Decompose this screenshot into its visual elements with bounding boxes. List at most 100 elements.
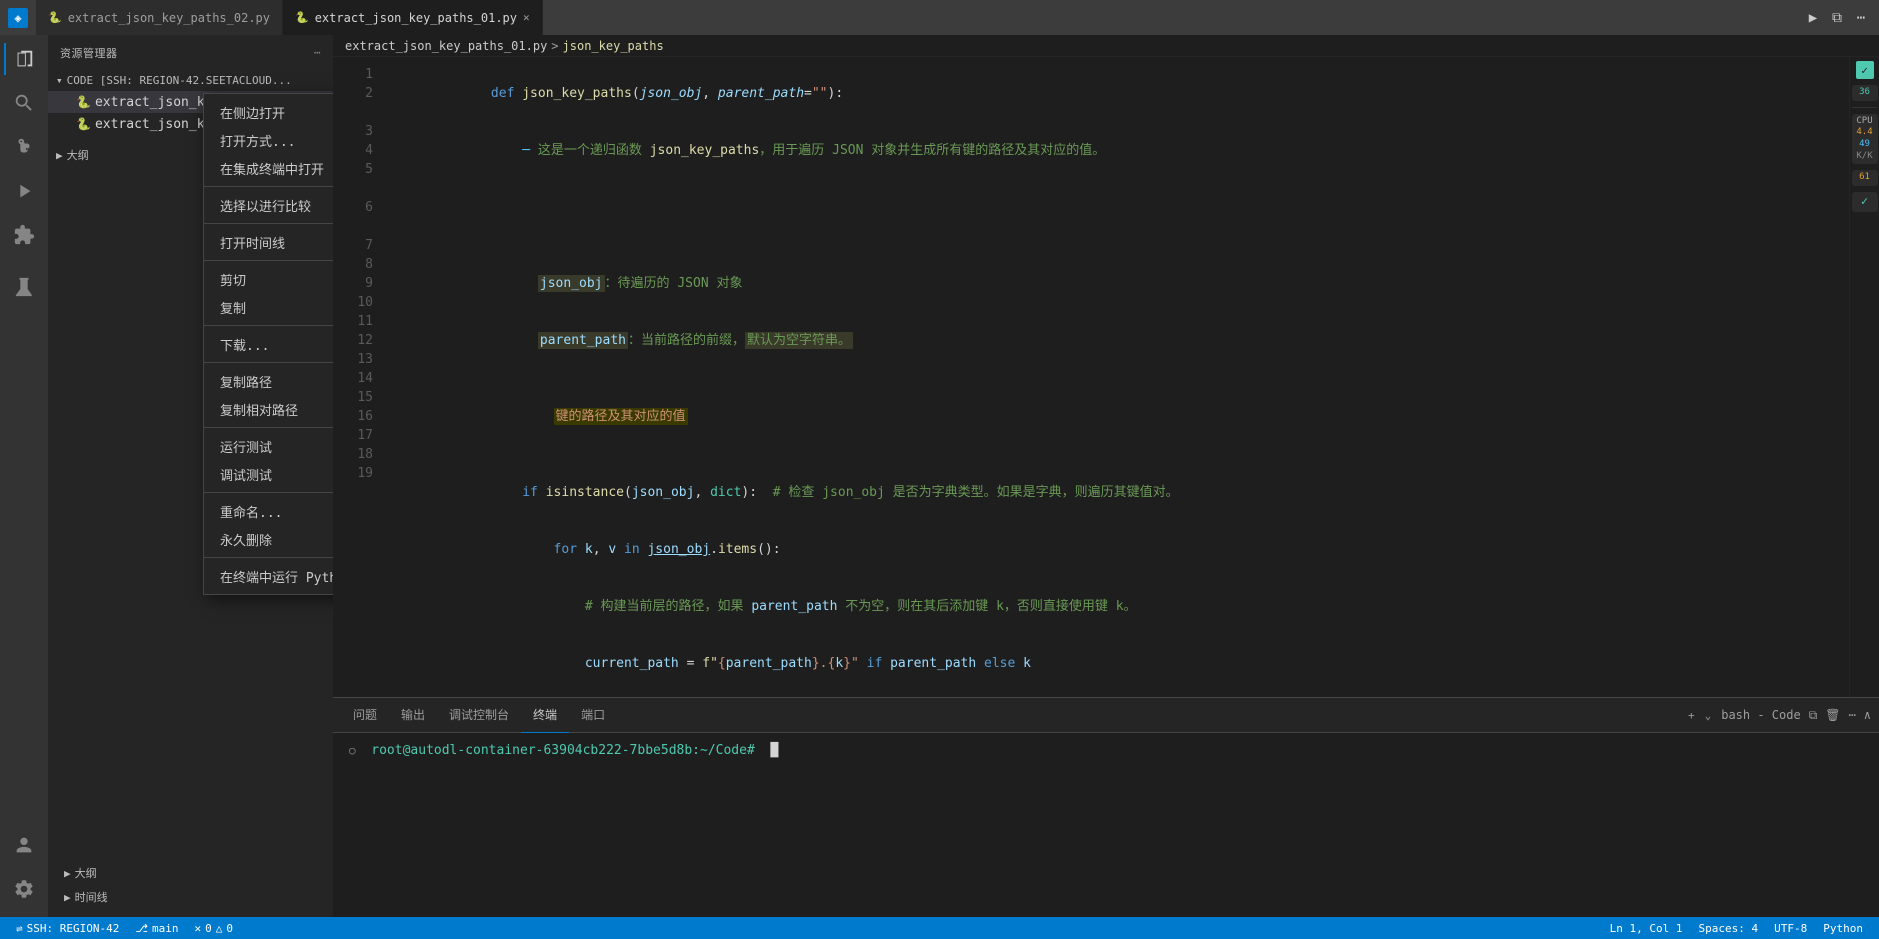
menu-item-run-test-label: 运行测试 (220, 437, 272, 456)
chevron-right-icon-2: ▶ (64, 867, 71, 880)
code-line-blank1 (397, 179, 1849, 198)
terminal-line-1: ○ root@autodl-container-63904cb222-7bbe5… (349, 741, 1863, 761)
status-language[interactable]: Python (1815, 917, 1871, 939)
menu-sep-2 (204, 223, 333, 224)
terminal-tab-problems-label: 问题 (353, 706, 377, 723)
terminal-more-icon[interactable]: ⋯ (1849, 708, 1856, 722)
terminal-tab-terminal[interactable]: 终端 (521, 698, 569, 733)
menu-sep-7 (204, 492, 333, 493)
run-button[interactable]: ▶ (1803, 8, 1823, 28)
terminal-add-icon[interactable]: + (1688, 709, 1695, 722)
cpu-text: CPU (1854, 116, 1876, 128)
menu-sep-1 (204, 186, 333, 187)
code-line-10: if isinstance(json_obj, dict): # 检查 json… (397, 464, 1849, 521)
activity-item-explorer[interactable] (4, 39, 44, 79)
status-spaces[interactable]: Spaces: 4 (1691, 917, 1767, 939)
code-line-comment-params (397, 198, 1849, 255)
terminal-tab-controls: + ⌄ bash - Code ⧉ 🗑 ⋯ ∧ (1688, 708, 1871, 723)
activity-item-account[interactable] (4, 825, 44, 865)
terminal-close-panel-icon[interactable]: ∧ (1864, 708, 1871, 722)
menu-item-timeline-label: 打开时间线 (220, 233, 285, 252)
menu-item-timeline[interactable]: 打开时间线 (204, 228, 333, 256)
tab-file1[interactable]: 🐍 extract_json_key_paths_02.py (36, 0, 283, 35)
breadcrumb-file: extract_json_key_paths_01.py (345, 39, 547, 53)
code-line-2: ─ 这是一个递归函数 json_key_paths，用于遍历 JSON 对象并生… (397, 122, 1849, 179)
sidebar: 资源管理器 ⋯ ▾ CODE [SSH: REGION-42.SEETACLOU… (48, 35, 333, 917)
code-editor[interactable]: def json_key_paths(json_obj, parent_path… (381, 57, 1849, 697)
status-errors-label: 0 (205, 922, 212, 935)
sidebar-title: 资源管理器 ⋯ (48, 35, 333, 70)
activity-item-flask[interactable] (4, 267, 44, 307)
line-count-badge: 36 (1852, 85, 1878, 101)
tab-file2[interactable]: 🐍 extract_json_key_paths_01.py ✕ (283, 0, 543, 35)
menu-item-select-compare[interactable]: 选择以进行比较 (204, 191, 333, 219)
status-ssh[interactable]: ⇌ SSH: REGION-42 (8, 917, 127, 939)
code-line-1: def json_key_paths(json_obj, parent_path… (397, 65, 1849, 122)
tab-bar: 🐍 extract_json_key_paths_02.py 🐍 extract… (36, 0, 1795, 35)
sidebar-explorer-label: CODE [SSH: REGION-42.SEETACLOUD... (67, 74, 292, 87)
menu-item-copy-rel-path[interactable]: 复制相对路径 Ctrl+K Ctrl+Shift+C (204, 395, 333, 423)
menu-item-run-python[interactable]: 在终端中运行 Python 文件 (204, 562, 333, 590)
terminal-tabs: 问题 输出 调试控制台 终端 端口 + (333, 698, 1879, 733)
terminal-chevron-icon[interactable]: ⌄ (1705, 709, 1712, 722)
more-actions-button[interactable]: ⋯ (1851, 8, 1871, 28)
menu-sep-8 (204, 557, 333, 558)
menu-item-cut[interactable]: 剪切 Ctrl+X (204, 265, 333, 293)
activity-item-settings[interactable] (4, 869, 44, 909)
activity-item-source-control[interactable] (4, 127, 44, 167)
terminal-tab-debug[interactable]: 调试控制台 (437, 698, 521, 733)
tab-file2-close[interactable]: ✕ (523, 11, 530, 24)
code-line-12: # 构建当前层的路径，如果 parent_path 不为空，则在其后添加键 k，… (397, 578, 1849, 635)
terminal-tab-problems[interactable]: 问题 (341, 698, 389, 733)
context-menu: 在侧边打开 Ctrl+Enter 打开方式... 在集成终端中打开 选择以进行比… (203, 93, 333, 595)
metric-label2: 61 (1852, 170, 1878, 186)
sidebar-bottom: ▶ 大纲 ▶ 时间线 (48, 853, 333, 917)
menu-item-open-side[interactable]: 在侧边打开 Ctrl+Enter (204, 98, 333, 126)
menu-item-select-compare-label: 选择以进行比较 (220, 196, 311, 215)
menu-item-rename-label: 重命名... (220, 502, 282, 521)
menu-item-debug-test[interactable]: 调试测试 (204, 460, 333, 488)
terminal-tab-ports[interactable]: 端口 (569, 698, 617, 733)
menu-item-run-test[interactable]: 运行测试 (204, 432, 333, 460)
menu-item-rename[interactable]: 重命名... F2 (204, 497, 333, 525)
code-line-returns: 键的路径及其对应的值 (397, 388, 1849, 445)
status-branch[interactable]: ⎇ main (127, 917, 186, 939)
sidebar-explorer-header[interactable]: ▾ CODE [SSH: REGION-42.SEETACLOUD... (48, 70, 333, 91)
menu-item-copy[interactable]: 复制 Ctrl+C (204, 293, 333, 321)
status-encoding[interactable]: UTF-8 (1766, 917, 1815, 939)
menu-item-copy-path-label: 复制路径 (220, 372, 272, 391)
menu-item-copy-path[interactable]: 复制路径 Shift+Alt+C (204, 367, 333, 395)
activity-item-search[interactable] (4, 83, 44, 123)
sidebar-timeline-header[interactable]: ▶ 时间线 (56, 885, 325, 909)
status-encoding-label: UTF-8 (1774, 922, 1807, 935)
menu-item-copy-label: 复制 (220, 298, 246, 317)
sidebar-timeline-label: 时间线 (75, 889, 108, 905)
activity-bar-bottom (4, 825, 44, 917)
activity-item-run[interactable] (4, 171, 44, 211)
tab-file1-icon: 🐍 (48, 11, 62, 24)
terminal-trash-icon[interactable]: 🗑 (1825, 708, 1840, 722)
window-controls: ▶ ⧉ ⋯ (1803, 8, 1871, 28)
menu-item-download[interactable]: 下载... (204, 330, 333, 358)
status-branch-label: main (152, 922, 179, 935)
menu-item-open-with[interactable]: 打开方式... (204, 126, 333, 154)
terminal-tab-output[interactable]: 输出 (389, 698, 437, 733)
sidebar-outline-bottom[interactable]: ▶ 大纲 (56, 861, 325, 885)
terminal-split-icon[interactable]: ⧉ (1809, 708, 1818, 723)
status-position[interactable]: Ln 1, Col 1 (1602, 917, 1691, 939)
code-line-blank2 (397, 369, 1849, 388)
status-errors[interactable]: ✕ 0 △ 0 (187, 917, 242, 939)
menu-item-delete[interactable]: 永久删除 Delete (204, 525, 333, 553)
status-spaces-label: Spaces: 4 (1699, 922, 1759, 935)
terminal-content[interactable]: ○ root@autodl-container-63904cb222-7bbe5… (333, 733, 1879, 917)
menu-item-open-with-label: 打开方式... (220, 131, 295, 150)
code-line-14: # 如果值 v 是字典、列表或元组，递归调用 json_key_paths；否则… (397, 692, 1849, 697)
activity-item-extensions[interactable] (4, 215, 44, 255)
cpu-val2: 49 (1854, 139, 1876, 151)
menu-item-open-terminal[interactable]: 在集成终端中打开 (204, 154, 333, 182)
menu-item-cut-label: 剪切 (220, 270, 246, 289)
terminal-tab-ports-label: 端口 (581, 706, 605, 723)
sidebar-more-button[interactable]: ⋯ (314, 46, 321, 59)
cpu-val1: 4.4 (1854, 127, 1876, 139)
split-editor-button[interactable]: ⧉ (1827, 8, 1847, 28)
